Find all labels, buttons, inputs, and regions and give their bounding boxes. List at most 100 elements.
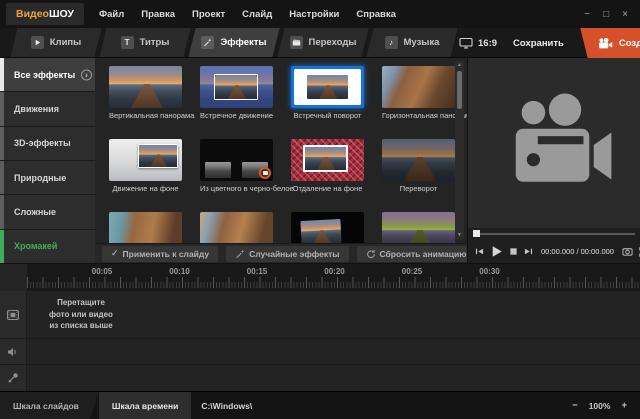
effect-thumb[interactable]: [291, 139, 364, 181]
effect-label: Переворот: [382, 184, 455, 193]
action-button-1[interactable]: Случайные эффекты: [226, 246, 348, 262]
play-button[interactable]: [490, 245, 503, 258]
expand-arrow-icon[interactable]: ›: [81, 69, 92, 80]
check-icon: ✓: [111, 248, 119, 259]
sidebar-item[interactable]: Хромакей: [0, 230, 95, 263]
ruler-time-label: 00:15: [247, 267, 267, 276]
sidebar-item[interactable]: Все эффекты›: [0, 58, 95, 91]
sidebar-item[interactable]: Движения: [0, 92, 95, 125]
tab-label: Переходы: [309, 37, 357, 48]
app-logo: ВидеоШОУ: [6, 3, 84, 25]
voice-lane[interactable]: [27, 365, 640, 391]
menu-item[interactable]: Файл: [99, 9, 124, 20]
video-camera-placeholder-icon: [495, 92, 613, 195]
effect-label: Движение на фоне: [109, 184, 182, 193]
timeline-zoom-controls: − 100% +: [572, 400, 640, 411]
scroll-down-icon[interactable]: ▼: [457, 231, 462, 239]
maximize-button[interactable]: □: [603, 9, 609, 20]
action-button-label: Применить к слайду: [123, 249, 210, 259]
seek-handle[interactable]: [473, 230, 480, 237]
aspect-ratio-button[interactable]: 16:9: [459, 37, 497, 49]
effects-scrollbar[interactable]: ▲ ▼: [455, 61, 464, 239]
audio-track[interactable]: [0, 339, 640, 365]
effect-item: [200, 212, 273, 243]
ruler-scale[interactable]: 00:0500:1000:1500:2000:2500:30: [27, 264, 640, 291]
effect-item: Горизонтальная панорама: [382, 66, 455, 124]
effect-item: Встречный поворот: [291, 66, 364, 124]
video-lane[interactable]: Перетащитефото или видеоиз списка выше: [27, 291, 640, 338]
menu-item[interactable]: Справка: [356, 9, 396, 20]
effect-thumb[interactable]: [200, 139, 273, 181]
effect-thumb-selected[interactable]: [291, 66, 364, 108]
menu-item[interactable]: Правка: [141, 9, 175, 20]
title-bar: ВидеоШОУ Файл Правка Проект Слайд Настройки С…: [0, 0, 640, 28]
effect-thumb[interactable]: [109, 139, 182, 181]
filmstrip-icon: [6, 309, 20, 321]
tab-музыка[interactable]: ♪Музыка: [370, 28, 454, 57]
create-button[interactable]: Создать: [584, 28, 640, 58]
sidebar-item[interactable]: 3D-эффекты: [0, 127, 95, 160]
effect-label: Из цветного в черно-белое: [200, 184, 273, 193]
video-track[interactable]: Перетащитефото или видеоиз списка выше: [0, 291, 640, 339]
tab-slide-scale[interactable]: Шкала слайдов: [0, 392, 99, 419]
window-controls: − □ ×: [584, 9, 640, 20]
timeline-ruler[interactable]: 00:0500:1000:1500:2000:2500:30: [0, 263, 640, 291]
tab-переходы[interactable]: Переходы: [281, 28, 365, 57]
stop-button[interactable]: [509, 247, 518, 256]
effect-thumb[interactable]: [200, 212, 273, 243]
scrollbar-thumb[interactable]: [457, 71, 462, 109]
effects-grid: Вертикальная панорамаВстречное движениеВ…: [95, 58, 467, 243]
tab-label: Музыка: [404, 37, 440, 48]
effect-inset-photo: [300, 219, 341, 243]
action-button-label: Сбросить анимацию: [380, 249, 467, 259]
menu-item[interactable]: Слайд: [242, 9, 272, 20]
voice-track-gutter: [0, 365, 27, 391]
action-button-2[interactable]: Сбросить анимацию: [357, 246, 467, 262]
tab-титры[interactable]: TТитры: [103, 28, 187, 57]
videoshow-window: ВидеоШОУ Файл Правка Проект Слайд Настройки С…: [0, 0, 640, 419]
effect-thumb[interactable]: [291, 212, 364, 243]
video-track-gutter: [0, 291, 27, 338]
ruler-gutter: [0, 264, 27, 291]
audio-lane[interactable]: [27, 339, 640, 364]
menu-item[interactable]: Проект: [192, 9, 225, 20]
save-button[interactable]: Сохранить: [513, 38, 564, 49]
aspect-ratio-label: 16:9: [478, 38, 497, 49]
menu-bar: Файл Правка Проект Слайд Настройки Справка: [99, 9, 396, 20]
create-button-label: Создать: [619, 38, 640, 49]
bw-photo-left: [205, 162, 231, 178]
previous-frame-button[interactable]: [475, 247, 484, 256]
effects-category-sidebar: Все эффекты›Движения3D-эффектыПриродныеС…: [0, 58, 95, 263]
tab-bar: КлипыTТитрыЭффекты Переходы ♪Музыка 16:9 С…: [0, 28, 640, 58]
camcorder-icon: [598, 38, 613, 49]
tab-эффекты[interactable]: Эффекты: [192, 28, 276, 57]
menu-item[interactable]: Настройки: [289, 9, 339, 20]
effects-wand-icon: [201, 36, 214, 49]
ruler-time-label: 00:30: [479, 267, 499, 276]
zoom-in-button[interactable]: +: [621, 400, 627, 411]
main-area: Все эффекты›Движения3D-эффектыПриродныеС…: [0, 58, 640, 263]
speaker-icon: [7, 347, 19, 357]
effect-thumb[interactable]: [382, 212, 455, 243]
tab-time-scale[interactable]: Шкала времени: [99, 392, 191, 419]
effect-thumb[interactable]: [109, 212, 182, 243]
effect-thumb[interactable]: [200, 66, 273, 108]
zoom-out-button[interactable]: −: [572, 400, 578, 411]
zoom-level: 100%: [589, 401, 611, 411]
sidebar-item[interactable]: Природные: [0, 161, 95, 194]
sidebar-item[interactable]: Сложные: [0, 195, 95, 228]
next-frame-button[interactable]: [524, 247, 533, 256]
snapshot-camera-icon[interactable]: [622, 246, 633, 257]
seek-bar[interactable]: [468, 228, 640, 240]
scroll-up-icon[interactable]: ▲: [457, 61, 462, 69]
ruler-time-label: 00:10: [169, 267, 189, 276]
effect-thumb[interactable]: [109, 66, 182, 108]
effect-thumb[interactable]: [382, 139, 455, 181]
seek-track[interactable]: [473, 233, 635, 235]
action-button-0[interactable]: ✓ Применить к слайду: [102, 246, 218, 262]
close-button[interactable]: ×: [622, 9, 628, 20]
effect-thumb[interactable]: [382, 66, 455, 108]
tab-клипы[interactable]: Клипы: [14, 28, 98, 57]
minimize-button[interactable]: −: [584, 9, 590, 20]
voice-track[interactable]: [0, 365, 640, 391]
